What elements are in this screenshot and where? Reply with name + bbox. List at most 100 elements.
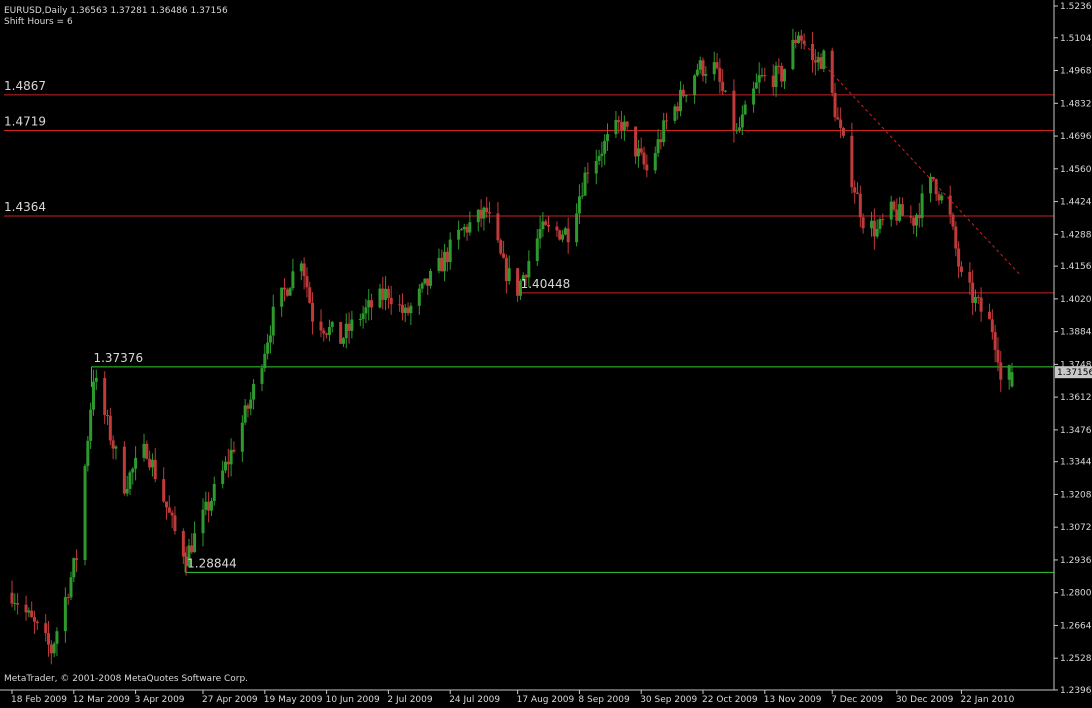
- candle-body: [389, 297, 393, 305]
- candle-body: [856, 192, 860, 194]
- candle-body: [260, 368, 264, 384]
- candle-body: [10, 592, 14, 604]
- candle-body: [32, 617, 36, 622]
- candle-body: [263, 353, 267, 369]
- candle-body: [443, 251, 447, 272]
- candle-body: [465, 226, 469, 233]
- candle-body: [757, 75, 761, 83]
- candle-body: [204, 501, 208, 510]
- candle-body: [398, 304, 402, 306]
- time-tick-label: 30 Dec 2009: [896, 695, 954, 704]
- time-tick-label: 24 Jul 2009: [449, 695, 500, 704]
- candle-body: [226, 461, 230, 465]
- candle-body: [207, 501, 211, 511]
- candle-body: [291, 271, 295, 289]
- candle-body: [968, 271, 972, 283]
- candle-body: [858, 193, 862, 218]
- candle-body: [91, 381, 95, 410]
- level-label: 1.40448: [521, 277, 571, 291]
- candle-body: [878, 219, 882, 229]
- candle-body: [134, 457, 138, 469]
- candle-body: [875, 228, 879, 237]
- candle-body: [114, 446, 118, 449]
- price-tick-label: 1.36120: [1060, 393, 1092, 403]
- time-tick-label: 12 Mar 2009: [73, 695, 130, 704]
- candle-body: [760, 75, 764, 77]
- indicator-header: Shift Hours = 6: [4, 17, 73, 27]
- candle-body: [482, 207, 486, 219]
- time-tick-label: 22 Oct 2009: [702, 695, 758, 704]
- candle-body: [679, 89, 683, 112]
- candle-body: [445, 251, 449, 263]
- candle-body: [229, 449, 233, 465]
- candle-body: [797, 35, 801, 43]
- candle-body: [836, 117, 840, 120]
- candle-body: [580, 195, 584, 197]
- price-tick-label: 1.41560: [1060, 262, 1092, 272]
- candle-body: [642, 152, 646, 165]
- candle-body: [322, 330, 326, 334]
- candle-body: [94, 377, 98, 382]
- candle-body: [695, 69, 699, 76]
- candle-body: [153, 459, 157, 480]
- candle-body: [771, 75, 775, 88]
- candle-body: [634, 126, 638, 157]
- price-chart[interactable]: 1.4867 1.4719 1.4364 1.40448 1.37376 1.28844 …: [0, 0, 1092, 705]
- candle-body: [1007, 365, 1011, 380]
- candle-body: [740, 114, 744, 128]
- time-tick-label: 22 Jan 2010: [960, 695, 1014, 704]
- time-tick-label: 2 Jul 2009: [387, 695, 432, 704]
- candle-body: [344, 323, 348, 339]
- candle-body: [63, 597, 67, 632]
- candle-body: [931, 176, 935, 180]
- candle-body: [712, 62, 716, 75]
- candle-body: [462, 226, 466, 230]
- time-tick-label: 13 Nov 2009: [764, 695, 822, 704]
- level-label: 1.28844: [187, 556, 237, 570]
- candle-body: [555, 226, 559, 231]
- candle-body: [999, 362, 1003, 380]
- time-tick-label: 18 Feb 2009: [11, 695, 67, 704]
- candle-body: [718, 68, 722, 82]
- candle-body: [164, 501, 168, 508]
- candle-body: [973, 297, 977, 303]
- candle-body: [409, 305, 413, 314]
- candle-body: [330, 321, 334, 328]
- candle-body: [122, 446, 126, 494]
- candle-body: [895, 209, 899, 221]
- candle-body: [162, 479, 166, 502]
- candle-body: [496, 213, 500, 241]
- price-tick-label: 1.34760: [1060, 426, 1092, 436]
- candle-body: [193, 533, 197, 553]
- candle-body: [743, 104, 747, 115]
- candle-body: [167, 507, 171, 513]
- price-tick-label: 1.23960: [1060, 686, 1092, 696]
- candle-body: [417, 288, 421, 306]
- candle-body: [900, 204, 904, 217]
- chart-canvas[interactable]: 1.48671.47191.43641.404481.373761.28844 …: [0, 0, 1092, 705]
- candle-body: [979, 297, 983, 312]
- candle-body: [325, 333, 329, 335]
- candle-body: [535, 238, 539, 262]
- price-tick-label: 1.29360: [1060, 556, 1092, 566]
- candle-body: [246, 405, 250, 409]
- candle-body: [853, 187, 857, 193]
- candle-body: [437, 257, 441, 271]
- candle-body: [350, 319, 354, 331]
- candle-body: [468, 222, 472, 233]
- candle-body: [243, 405, 247, 423]
- candle-body: [732, 90, 736, 131]
- price-tick-label: 1.45600: [1060, 165, 1092, 175]
- candle-body: [108, 415, 112, 441]
- candle-body: [561, 234, 565, 240]
- candle-body: [606, 134, 610, 141]
- price-tick-label: 1.38840: [1060, 328, 1092, 338]
- candle-body: [558, 230, 562, 240]
- candle-body: [693, 75, 697, 96]
- candle-body: [777, 65, 781, 67]
- candle-body: [872, 220, 876, 237]
- candle-body: [232, 449, 236, 452]
- candle-body: [341, 338, 345, 344]
- candle-body: [502, 253, 506, 258]
- candle-body: [327, 327, 331, 335]
